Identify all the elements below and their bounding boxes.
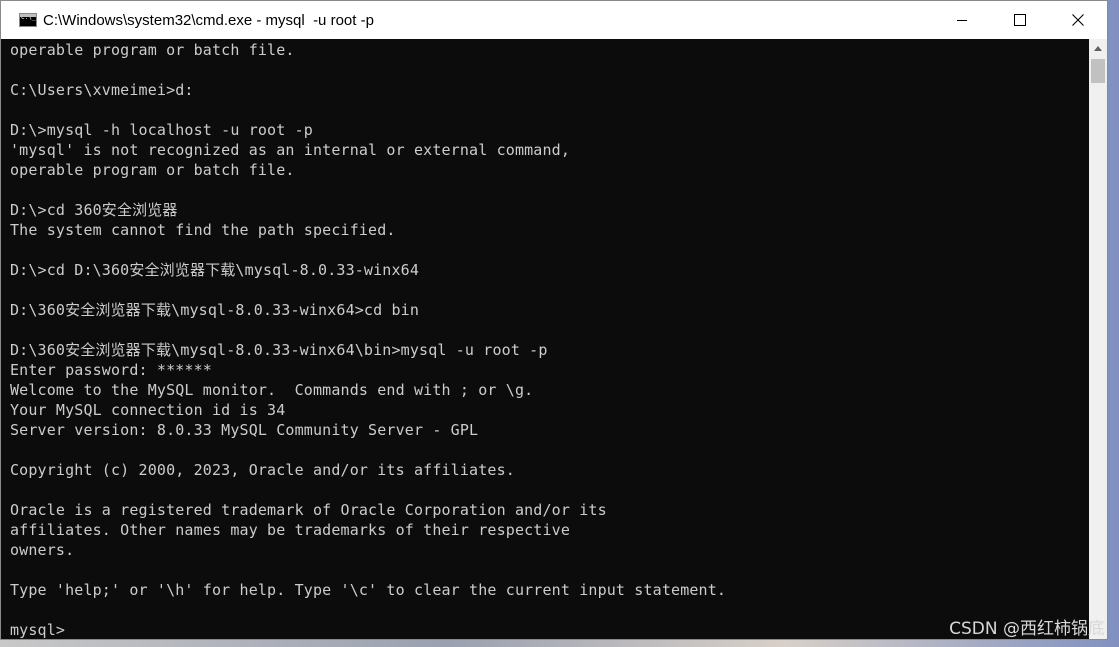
console-line: C:\Users\xvmeimei>d:	[10, 81, 194, 99]
console-line: affiliates. Other names may be trademark…	[10, 521, 571, 539]
minimize-button[interactable]	[933, 1, 991, 39]
scroll-thumb[interactable]	[1091, 59, 1105, 83]
console-line: 'mysql' is not recognized as an internal…	[10, 141, 571, 159]
scroll-up-button[interactable]	[1089, 39, 1107, 57]
minimize-icon	[957, 20, 967, 21]
console-line: Type 'help;' or '\h' for help. Type '\c'…	[10, 581, 727, 599]
console-line: D:\>cd D:\360安全浏览器下载\mysql-8.0.33-winx64	[10, 261, 420, 279]
vertical-scrollbar[interactable]	[1089, 39, 1107, 639]
console-line: mysql>	[10, 621, 66, 639]
cmd-window[interactable]: C:\Windows\system32\cmd.exe - mysql -u r…	[0, 0, 1108, 640]
console-line: The system cannot find the path specifie…	[10, 221, 396, 239]
window-controls	[933, 1, 1107, 39]
console-line: operable program or batch file.	[10, 161, 295, 179]
csdn-watermark: CSDN @西红柿锅底	[949, 619, 1105, 639]
close-button[interactable]	[1049, 1, 1107, 39]
console-line: Oracle is a registered trademark of Orac…	[10, 501, 607, 519]
window-title: C:\Windows\system32\cmd.exe - mysql -u r…	[43, 11, 374, 29]
title-bar[interactable]: C:\Windows\system32\cmd.exe - mysql -u r…	[1, 1, 1107, 39]
console-line: Copyright (c) 2000, 2023, Oracle and/or …	[10, 461, 515, 479]
close-icon	[1072, 14, 1084, 26]
console-line: Enter password: ******	[10, 361, 212, 379]
console-line: D:\>mysql -h localhost -u root -p	[10, 121, 313, 139]
maximize-button[interactable]	[991, 1, 1049, 39]
console-line: Server version: 8.0.33 MySQL Community S…	[10, 421, 479, 439]
console-output[interactable]: operable program or batch file. C:\Users\…	[1, 39, 1089, 639]
maximize-icon	[1014, 14, 1026, 26]
console-line: D:\>cd 360安全浏览器	[10, 201, 178, 219]
console-line: D:\360安全浏览器下载\mysql-8.0.33-winx64\bin>my…	[10, 341, 548, 359]
console-line: Welcome to the MySQL monitor. Commands e…	[10, 381, 534, 399]
console-line: operable program or batch file.	[10, 41, 295, 59]
console-line: Your MySQL connection id is 34	[10, 401, 286, 419]
console-line: owners.	[10, 541, 75, 559]
console-line: D:\360安全浏览器下载\mysql-8.0.33-winx64>cd bin	[10, 301, 420, 319]
scroll-up-arrow-icon	[1094, 45, 1102, 51]
cmd-icon[interactable]	[19, 13, 37, 27]
